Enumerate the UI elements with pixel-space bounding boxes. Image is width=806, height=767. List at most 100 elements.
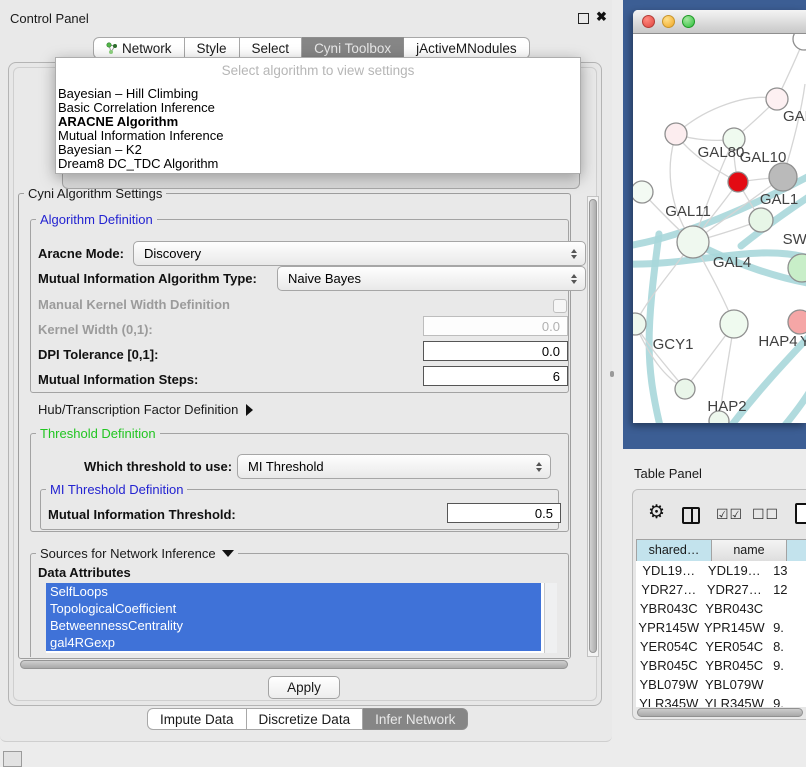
algorithm-option[interactable]: ARACNE Algorithm xyxy=(58,115,578,129)
manual-kernel-width-checkbox[interactable] xyxy=(553,299,567,313)
tab-label: Discretize Data xyxy=(259,709,351,730)
table-row[interactable]: YDR27…YDR27…12 xyxy=(636,580,806,599)
table-cell: YPR145W xyxy=(636,618,702,637)
tab-cyni-toolbox[interactable]: Cyni Toolbox xyxy=(302,37,404,59)
network-node[interactable] xyxy=(665,123,687,145)
tab-label: Cyni Toolbox xyxy=(314,38,391,59)
table-row[interactable]: YBR043CYBR043C xyxy=(636,599,806,618)
algorithm-option[interactable]: Basic Correlation Inference xyxy=(58,101,578,115)
table-cell: 9. xyxy=(767,618,806,637)
data-attribute-item[interactable]: gal4RGexp xyxy=(46,634,541,651)
table-cell: 9. xyxy=(767,656,806,675)
panel-resize-handle[interactable] xyxy=(610,371,614,377)
table-row[interactable]: YPR145WYPR145W9. xyxy=(636,618,806,637)
column-header[interactable] xyxy=(787,540,806,561)
table-row[interactable]: YBL079WYBL079W xyxy=(636,675,806,694)
algorithm-option[interactable]: Bayesian – Hill Climbing xyxy=(58,87,578,101)
table-row[interactable]: YDL19…YDL19…13 xyxy=(636,561,806,580)
table-cell: YBR045C xyxy=(702,656,768,675)
column-header[interactable]: name xyxy=(712,540,787,561)
close-traffic-light-icon[interactable] xyxy=(642,15,655,28)
table-horizontal-scrollbar[interactable] xyxy=(636,708,806,718)
scrollbar-thumb[interactable] xyxy=(589,199,597,653)
tab-infer-network[interactable]: Infer Network xyxy=(363,708,468,730)
kernel-width-label: Kernel Width (0,1): xyxy=(38,322,153,337)
network-node[interactable] xyxy=(720,310,748,338)
mi-algorithm-type-select[interactable]: Naive Bayes xyxy=(277,266,586,291)
gear-icon[interactable]: ⚙ xyxy=(648,503,665,522)
table-row[interactable]: YLR345WYLR345W9. xyxy=(636,694,806,707)
list-scrollbar[interactable] xyxy=(544,583,557,653)
network-node[interactable] xyxy=(793,34,806,50)
stepper-arrows-icon xyxy=(536,462,542,472)
network-node[interactable] xyxy=(769,163,797,191)
aracne-mode-select[interactable]: Discovery xyxy=(133,241,586,266)
hub-definition-toggle[interactable]: Hub/Transcription Factor Definition xyxy=(38,402,253,417)
tab-select[interactable]: Select xyxy=(240,37,303,59)
dpi-tolerance-label: DPI Tolerance [0,1]: xyxy=(38,347,158,362)
table-cell: YBL079W xyxy=(702,675,768,694)
mi-steps-field[interactable] xyxy=(423,366,568,386)
mi-threshold-label: Mutual Information Threshold: xyxy=(48,507,236,522)
close-icon[interactable]: ✖ xyxy=(596,9,607,25)
mi-threshold-field[interactable] xyxy=(447,503,561,523)
tab-style[interactable]: Style xyxy=(185,37,240,59)
network-node[interactable] xyxy=(728,172,748,192)
table-cell: YPR145W xyxy=(702,618,768,637)
vertical-scrollbar[interactable] xyxy=(587,196,599,657)
table-cell: YDL19… xyxy=(636,561,702,580)
collapse-down-icon xyxy=(222,550,234,557)
data-attribute-item[interactable]: SelfLoops xyxy=(46,583,541,600)
tab-discretize-data[interactable]: Discretize Data xyxy=(247,708,364,730)
table-row[interactable]: YBR045CYBR045C9. xyxy=(636,656,806,675)
which-threshold-select[interactable]: MI Threshold xyxy=(237,454,551,479)
algorithm-option[interactable]: Mutual Information Inference xyxy=(58,129,578,143)
algorithm-definition-title: Algorithm Definition xyxy=(36,212,157,227)
network-node[interactable] xyxy=(675,379,695,399)
minimize-traffic-light-icon[interactable] xyxy=(662,15,675,28)
mi-steps-label: Mutual Information Steps: xyxy=(38,372,198,387)
data-attribute-item[interactable]: TopologicalCoefficient xyxy=(46,600,541,617)
float-window-icon[interactable] xyxy=(578,13,589,24)
scrollbar-thumb[interactable] xyxy=(637,708,803,717)
apply-button[interactable]: Apply xyxy=(268,676,340,699)
column-header[interactable]: shared… xyxy=(637,540,712,561)
deselect-all-icon[interactable]: ☐☐ xyxy=(752,506,779,523)
tab-jactivemnodules[interactable]: jActiveMNodules xyxy=(404,37,530,59)
kernel-width-field[interactable] xyxy=(423,316,568,336)
dpi-tolerance-field[interactable] xyxy=(423,341,568,361)
corner-button-partial[interactable] xyxy=(3,751,22,767)
select-all-icon[interactable]: ☑☑ xyxy=(716,506,743,523)
network-node[interactable] xyxy=(766,88,788,110)
document-icon[interactable] xyxy=(795,503,806,524)
top-tab-bar: NetworkStyleSelect Cyni Toolbox jActiveMNo… xyxy=(93,37,530,59)
control-panel-window: Control Panel ✖ NetworkStyleSelectCyni T… xyxy=(0,0,612,742)
zoom-traffic-light-icon[interactable] xyxy=(682,15,695,28)
table-cell: 9. xyxy=(767,694,806,707)
algorithm-option[interactable]: Bayesian – K2 xyxy=(58,143,578,157)
table-cell: YLR345W xyxy=(636,694,702,707)
network-node[interactable] xyxy=(633,313,646,335)
data-attribute-item[interactable]: BetweennessCentrality xyxy=(46,617,541,634)
network-node[interactable] xyxy=(749,208,773,232)
horizontal-scrollbar[interactable] xyxy=(18,659,588,670)
network-window-titlebar[interactable] xyxy=(633,10,806,34)
network-canvas[interactable]: GALGAL80GAL10GAL1GAL11SWI4GAL4GCY1HAP4YH… xyxy=(633,34,806,423)
table-header-row: shared…name xyxy=(636,539,806,562)
table-cell: YBR043C xyxy=(702,599,768,618)
network-icon xyxy=(106,42,118,54)
network-node[interactable] xyxy=(633,181,653,203)
algorithm-option[interactable]: Dream8 DC_TDC Algorithm xyxy=(58,157,578,171)
node-label: Y xyxy=(800,333,806,350)
tab-impute-data[interactable]: Impute Data xyxy=(147,708,247,730)
columns-icon[interactable] xyxy=(682,507,700,524)
sources-group-title[interactable]: Sources for Network Inference xyxy=(36,546,238,561)
table-cell: YBL079W xyxy=(636,675,702,694)
scrollbar-thumb[interactable] xyxy=(20,660,568,669)
network-node[interactable] xyxy=(788,310,806,334)
table-row[interactable]: YER054CYER054C8. xyxy=(636,637,806,656)
network-node[interactable] xyxy=(677,226,709,258)
table-cell: YDR27… xyxy=(702,580,768,599)
tab-network[interactable]: Network xyxy=(93,37,185,59)
tab-label: Infer Network xyxy=(375,709,455,730)
